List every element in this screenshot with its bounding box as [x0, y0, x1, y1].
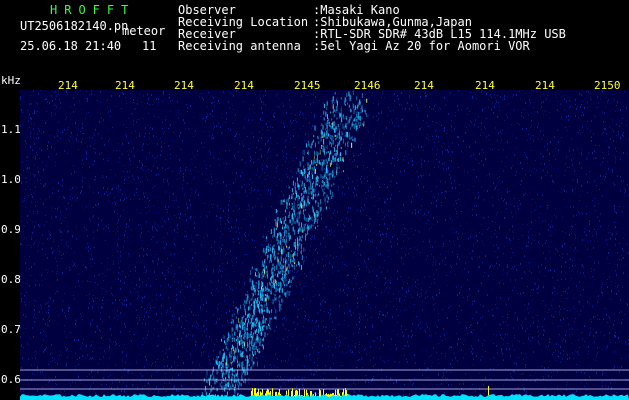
station-info: Observer:Masaki Kano Receiving Location:… — [178, 4, 566, 52]
info-value: :5el Yagi Az 20 for Aomori VOR — [313, 39, 530, 53]
spectrogram-plot — [20, 90, 629, 400]
freq-tick-label: 1.1 — [1, 123, 21, 136]
type-label: meteor — [122, 24, 166, 38]
spectrogram-canvas — [20, 90, 629, 400]
freq-tick-label: 0.7 — [1, 323, 21, 336]
freq-tick-label: 0.9 — [1, 223, 21, 236]
header-panel: HROFFT UT2506182140.pn meteor 25.06.18 2… — [0, 0, 629, 74]
count-label: 11 — [142, 39, 157, 53]
freq-tick-label: 0.6 — [1, 373, 21, 386]
freq-tick-label: 0.8 — [1, 273, 21, 286]
freq-unit-label: kHz — [1, 74, 21, 87]
timestamp-label: 25.06.18 21:40 — [20, 39, 122, 53]
station-title: HROFFT — [50, 3, 136, 17]
filename-label: UT2506182140.pn — [20, 19, 129, 33]
freq-tick-label: 1.0 — [1, 173, 21, 186]
info-row-antenna: Receiving antenna :5el Yagi Az 20 for Aom… — [178, 40, 566, 52]
info-key: Receiving antenna — [178, 39, 301, 53]
